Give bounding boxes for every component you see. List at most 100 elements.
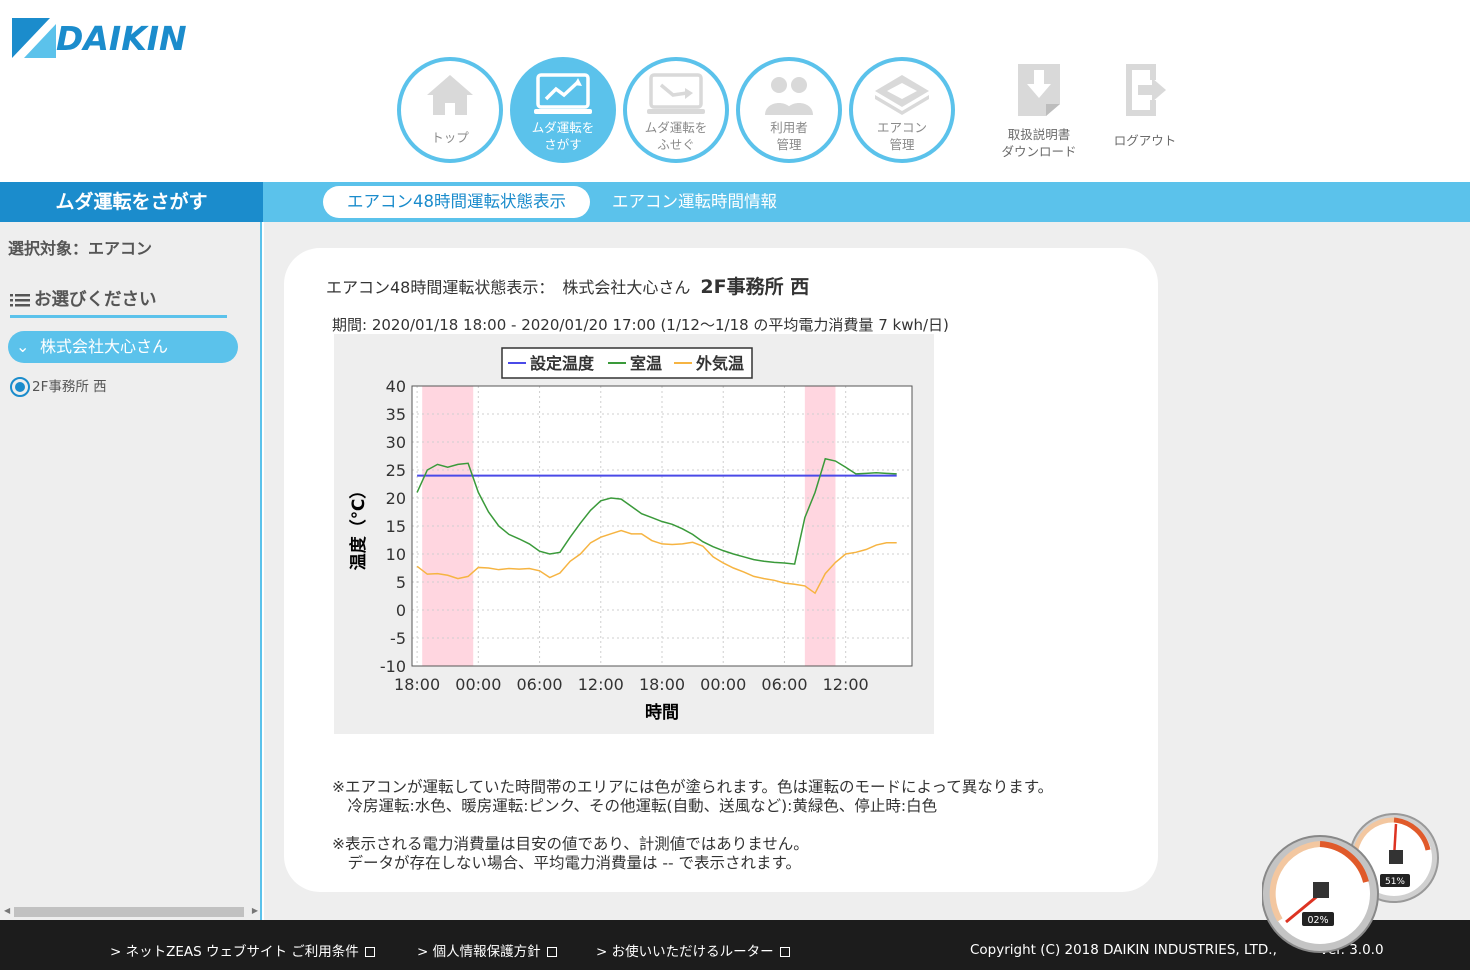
company-toggle[interactable]: ⌄ 株式会社大心さん: [8, 331, 238, 363]
note-line: データが存在しない場合、平均電力消費量は -- で表示されます。: [332, 854, 802, 872]
sidebar-scrollbar[interactable]: ◀ ▶: [4, 904, 260, 918]
x-tick-label: 18:00: [639, 675, 685, 694]
y-tick-label: 20: [386, 489, 406, 508]
app-window: DAIKIN トップ ムダ運転を さがす ムダ運転を ふせぐ 利用者 管理 エア…: [0, 0, 1470, 970]
unit-name: 2F事務所 西: [32, 379, 107, 395]
status-card: エアコン48時間運転状態表示： 株式会社大心さん 2F事務所 西 期間: 2020…: [284, 248, 1158, 892]
x-tick-label: 12:00: [578, 675, 624, 694]
x-tick-label: 00:00: [455, 675, 501, 694]
y-tick-label: -5: [390, 629, 406, 648]
card-title-location: 2F事務所 西: [700, 276, 810, 298]
footer: > ネットZEAS ウェブサイト ご利用条件 > 個人情報保護方針 > お使いい…: [0, 920, 1470, 970]
scroll-right-icon[interactable]: ▶: [252, 906, 258, 915]
radio-selected-icon[interactable]: [10, 377, 30, 397]
x-tick-label: 06:00: [516, 675, 562, 694]
logout-button[interactable]: ログアウト: [1100, 62, 1190, 162]
nav-prevent-waste[interactable]: ムダ運転を ふせぐ: [623, 57, 729, 163]
ceiling-aircon-icon: [875, 75, 929, 115]
y-tick-label: 30: [386, 433, 406, 452]
notes: ※エアコンが運転していた時間帯のエリアには色が塗られます。色は運転のモードによっ…: [332, 778, 1053, 873]
x-tick-label: 18:00: [394, 675, 440, 694]
gauge-large-value: 02%: [1307, 915, 1328, 926]
scrollbar-thumb[interactable]: [14, 907, 244, 917]
nav-aircon-management-label: エアコン 管理: [876, 120, 927, 152]
manual-download-label: 取扱説明書 ダウンロード: [1001, 127, 1077, 159]
choose-heading: お選びください: [10, 286, 227, 318]
x-tick-label: 06:00: [761, 675, 807, 694]
gauge-large[interactable]: 02%: [1262, 835, 1379, 953]
y-tick-label: 35: [386, 405, 406, 424]
note-line: 冷房運転:水色、暖房運転:ピンク、その他運転(自動、送風など):黄緑色、停止時:…: [332, 797, 938, 815]
external-link-icon: [546, 947, 557, 957]
heating-band: [804, 386, 836, 666]
temperature-chart: 設定温度 室温 外気温 40 35 30 25 20 15 10 5 0 -5 -10 18:00 00:…: [334, 334, 934, 734]
card-title: エアコン48時間運転状態表示： 株式会社大心さん 2F事務所 西: [326, 272, 809, 299]
choose-heading-text: お選びください: [34, 290, 157, 310]
nav-prevent-waste-label: ムダ運転を ふせぐ: [644, 120, 708, 152]
y-tick-label: 40: [386, 377, 406, 396]
nav-aircon-management[interactable]: エアコン 管理: [849, 57, 955, 163]
tab-48h-status[interactable]: エアコン48時間運転状態表示: [323, 186, 590, 218]
logout-label: ログアウト: [1113, 133, 1177, 148]
footer-link-terms-text: > ネットZEAS ウェブサイト ご利用条件: [110, 944, 359, 960]
footer-link-privacy-text: > 個人情報保護方針: [417, 944, 541, 960]
nav-top-label: トップ: [431, 130, 469, 145]
footer-link-routers[interactable]: > お使いいただけるルーター: [596, 940, 790, 960]
company-name: 株式会社大心さん: [40, 337, 169, 356]
legend-label: 室温: [630, 354, 662, 373]
y-tick-label: 10: [386, 545, 406, 564]
x-axis-label: 時間: [645, 702, 679, 723]
unit-radio-option[interactable]: 2F事務所 西: [10, 375, 107, 397]
list-icon: [10, 294, 30, 307]
footer-link-privacy[interactable]: > 個人情報保護方針: [417, 940, 557, 960]
header: DAIKIN トップ ムダ運転を さがす ムダ運転を ふせぐ 利用者 管理 エア…: [0, 0, 1470, 182]
cpu-chip-icon: [1313, 882, 1329, 898]
note-gap: [332, 816, 1053, 835]
nav-top[interactable]: トップ: [397, 57, 503, 163]
home-icon: [427, 75, 473, 115]
memory-chip-icon: [1389, 850, 1403, 864]
y-tick-label: -10: [380, 657, 406, 676]
y-tick-label: 15: [386, 517, 406, 536]
monitor-arrow-icon: [647, 73, 705, 114]
monitor-chart-icon: [534, 73, 592, 114]
y-tick-label: 5: [396, 573, 406, 592]
gauge-small-value: 51%: [1385, 877, 1405, 887]
y-tick-label: 25: [386, 461, 406, 480]
card-title-prefix: エアコン48時間運転状態表示： 株式会社大心さん: [326, 278, 691, 297]
chart-legend: 設定温度 室温 外気温: [501, 347, 753, 379]
y-tick-label: 0: [396, 601, 406, 620]
nav-user-management[interactable]: 利用者 管理: [736, 57, 842, 163]
copyright: Copyright (C) 2018 DAIKIN INDUSTRIES, LT…: [970, 942, 1277, 958]
chevron-down-icon: ⌄: [16, 337, 30, 356]
note-line: ※表示される電力消費量は目安の値であり、計測値ではありません。: [332, 835, 809, 853]
section-bar: ムダ運転をさがす エアコン48時間運転状態表示 エアコン運転時間情報: [0, 182, 1470, 222]
x-tick-label: 12:00: [823, 675, 869, 694]
footer-link-routers-text: > お使いいただけるルーター: [596, 944, 774, 960]
section-title: ムダ運転をさがす: [0, 182, 263, 222]
x-tick-label: 00:00: [700, 675, 746, 694]
nav-find-waste-label: ムダ運転を さがす: [531, 120, 595, 152]
nav-user-management-label: 利用者 管理: [770, 120, 808, 152]
scroll-left-icon[interactable]: ◀: [4, 906, 10, 915]
download-document-icon: [1018, 64, 1060, 116]
legend-label: 設定温度: [530, 354, 595, 373]
users-icon: [765, 77, 813, 115]
external-link-icon: [364, 947, 375, 957]
sidebar: 選択対象：エアコン お選びください ⌄ 株式会社大心さん 2F事務所 西 ◀ ▶: [0, 222, 262, 920]
system-monitor-gadget[interactable]: 51% 02%: [1262, 810, 1442, 970]
daikin-logo[interactable]: DAIKIN: [12, 14, 232, 60]
logout-icon: [1126, 64, 1166, 116]
footer-link-terms[interactable]: > ネットZEAS ウェブサイト ご利用条件: [110, 940, 375, 960]
temperature-chart-svg: 設定温度 室温 外気温 40 35 30 25 20 15 10 5 0 -5 -10 18:00 00:…: [348, 347, 913, 723]
period-text: 期間: 2020/01/18 18:00 - 2020/01/20 17:00 …: [332, 316, 949, 334]
tab-operation-time[interactable]: エアコン運転時間情報: [612, 186, 777, 218]
manual-download-button[interactable]: 取扱説明書 ダウンロード: [994, 62, 1084, 162]
selection-target: 選択対象：エアコン: [8, 239, 153, 258]
note-line: ※エアコンが運転していた時間帯のエリアには色が塗られます。色は運転のモードによっ…: [332, 778, 1054, 796]
legend-label: 外気温: [695, 354, 744, 373]
nav-find-waste[interactable]: ムダ運転を さがす: [510, 57, 616, 163]
external-link-icon: [779, 947, 790, 957]
y-axis-label: 温度（℃）: [348, 482, 369, 571]
logo-text: DAIKIN: [56, 19, 187, 58]
